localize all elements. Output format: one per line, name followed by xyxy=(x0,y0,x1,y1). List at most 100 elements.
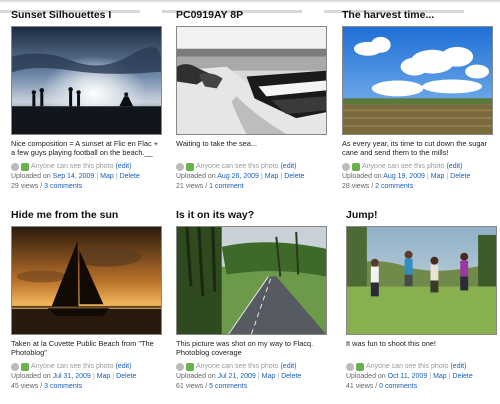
map-link[interactable]: Map xyxy=(262,373,276,380)
views-label: views / xyxy=(185,383,208,390)
edit-permission-link[interactable]: (edit) xyxy=(280,162,296,172)
public-icon xyxy=(352,163,360,171)
photo-thumbnail-sunset-silhouettes[interactable] xyxy=(11,26,162,135)
views-label: views / xyxy=(351,183,374,190)
view-count: 41 xyxy=(346,383,354,390)
edit-permission-link[interactable]: (edit) xyxy=(115,162,131,172)
delete-link[interactable]: Delete xyxy=(116,373,136,380)
uploaded-on-label: Uploaded on xyxy=(342,173,382,180)
upload-date-link[interactable]: Oct 11, 2009 xyxy=(388,373,428,380)
photo-title[interactable]: The harvest time... xyxy=(342,8,494,22)
comments-link[interactable]: 0 comments xyxy=(379,383,417,390)
photo-description: As every year, its time to cut down the … xyxy=(342,139,488,158)
delete-link[interactable]: Delete xyxy=(453,373,473,380)
edit-permission-link[interactable]: (edit) xyxy=(280,362,296,372)
edit-permission-link[interactable]: (edit) xyxy=(115,362,131,372)
photo-thumbnail-boat[interactable] xyxy=(176,26,327,135)
privacy-icon xyxy=(11,163,19,171)
edit-permission-link[interactable]: (edit) xyxy=(450,362,466,372)
photo-description: Waiting to take the sea... xyxy=(176,139,258,148)
stats-row: 21 views / 1 comment xyxy=(176,182,328,192)
upload-date-link[interactable]: Jul 21, 2009 xyxy=(218,373,256,380)
photo-card: Hide me from the sun Taken at la Cuvette… xyxy=(11,208,163,392)
photo-card: Sunset Silhouettes I Nice composition = … xyxy=(11,8,163,192)
privacy-icon xyxy=(11,363,19,371)
upload-date-link[interactable]: Aug 26, 2009 xyxy=(217,173,259,180)
public-icon xyxy=(186,163,194,171)
view-count: 61 xyxy=(176,383,184,390)
map-link[interactable]: Map xyxy=(431,173,445,180)
photo-title[interactable]: PC0919AY 8P xyxy=(176,8,328,22)
photo-title[interactable]: Hide me from the sun xyxy=(11,208,163,222)
view-count: 45 xyxy=(11,383,19,390)
views-label: views / xyxy=(355,383,378,390)
privacy-row: Anyone can see this photo (edit) xyxy=(11,162,163,172)
comments-link[interactable]: 5 comments xyxy=(209,383,247,390)
comments-link[interactable]: 1 comment xyxy=(209,183,244,190)
public-icon xyxy=(21,163,29,171)
view-count: 21 xyxy=(176,183,184,190)
upload-row: Uploaded on Oct 11, 2009 | Map | Delete xyxy=(346,373,473,380)
stats-row: 28 views / 2 comments xyxy=(342,182,494,192)
photo-thumbnail-road[interactable] xyxy=(176,226,327,335)
photo-card: Is it on its way? This picture was shot … xyxy=(176,208,328,392)
privacy-row: Anyone can see this photo (edit) xyxy=(176,362,328,372)
upload-row: Uploaded on Jul 21, 2009 | Map | Delete xyxy=(176,373,302,380)
delete-link[interactable]: Delete xyxy=(450,173,470,180)
views-label: views / xyxy=(20,383,43,390)
photo-card: Jump! It was fun to shoot this one! Anyo… xyxy=(346,208,498,392)
photo-card: The harvest time... As every year, its t… xyxy=(342,8,494,192)
permission-text: Anyone can see this photo xyxy=(196,163,279,170)
upload-row: Uploaded on Sep 14, 2009 | Map | Delete xyxy=(11,173,140,180)
privacy-row: Anyone can see this photo (edit) xyxy=(176,162,328,172)
uploaded-on-label: Uploaded on xyxy=(11,173,51,180)
privacy-icon xyxy=(346,363,354,371)
upload-row: Uploaded on Aug 19, 2009 | Map | Delete xyxy=(342,173,471,180)
uploaded-on-label: Uploaded on xyxy=(176,373,216,380)
photo-description: It was fun to shoot this one! xyxy=(346,339,436,348)
upload-date-link[interactable]: Sep 14, 2009 xyxy=(53,173,95,180)
comments-link[interactable]: 2 comments xyxy=(375,183,413,190)
map-link[interactable]: Map xyxy=(265,173,279,180)
delete-link[interactable]: Delete xyxy=(120,173,140,180)
map-link[interactable]: Map xyxy=(97,373,111,380)
map-link[interactable]: Map xyxy=(433,373,447,380)
photo-thumbnail-harvest[interactable] xyxy=(342,26,493,135)
photo-description: Nice composition = A sunset at Flic en F… xyxy=(11,139,159,158)
photo-thumbnail-sailboat[interactable] xyxy=(11,226,162,335)
stats-row: 61 views / 5 comments xyxy=(176,382,328,392)
photo-card: PC0919AY 8P Waiting to take the sea... A… xyxy=(176,8,328,192)
edit-permission-link[interactable]: (edit) xyxy=(446,162,462,172)
map-link[interactable]: Map xyxy=(100,173,114,180)
comments-link[interactable]: 3 comments xyxy=(44,183,82,190)
photo-description: This picture was shot on my way to Flacq… xyxy=(176,339,314,358)
photo-title[interactable]: Is it on its way? xyxy=(176,208,328,222)
upload-date-link[interactable]: Jul 31, 2009 xyxy=(53,373,91,380)
uploaded-on-label: Uploaded on xyxy=(176,173,216,180)
delete-link[interactable]: Delete xyxy=(281,373,301,380)
upload-row: Uploaded on Aug 26, 2009 | Map | Delete xyxy=(176,173,305,180)
upload-row: Uploaded on Jul 31, 2009 | Map | Delete xyxy=(11,373,137,380)
comments-link[interactable]: 3 comments xyxy=(44,383,82,390)
view-count: 28 xyxy=(342,183,350,190)
privacy-row: Anyone can see this photo (edit) xyxy=(11,362,163,372)
delete-link[interactable]: Delete xyxy=(284,173,304,180)
photo-thumbnail-jump[interactable] xyxy=(346,226,497,335)
top-shadow xyxy=(0,0,500,13)
privacy-icon xyxy=(176,363,184,371)
permission-text: Anyone can see this photo xyxy=(31,163,114,170)
public-icon xyxy=(21,363,29,371)
privacy-icon xyxy=(176,163,184,171)
stats-row: 41 views / 0 comments xyxy=(346,382,498,392)
upload-date-link[interactable]: Aug 19, 2009 xyxy=(383,173,425,180)
stats-row: 29 views / 3 comments xyxy=(11,182,163,192)
public-icon xyxy=(186,363,194,371)
uploaded-on-label: Uploaded on xyxy=(346,373,386,380)
uploaded-on-label: Uploaded on xyxy=(11,373,51,380)
privacy-icon xyxy=(342,163,350,171)
views-label: views / xyxy=(185,183,208,190)
public-icon xyxy=(356,363,364,371)
permission-text: Anyone can see this photo xyxy=(196,363,279,370)
photo-title[interactable]: Jump! xyxy=(346,208,498,222)
photo-title[interactable]: Sunset Silhouettes I xyxy=(11,8,163,22)
